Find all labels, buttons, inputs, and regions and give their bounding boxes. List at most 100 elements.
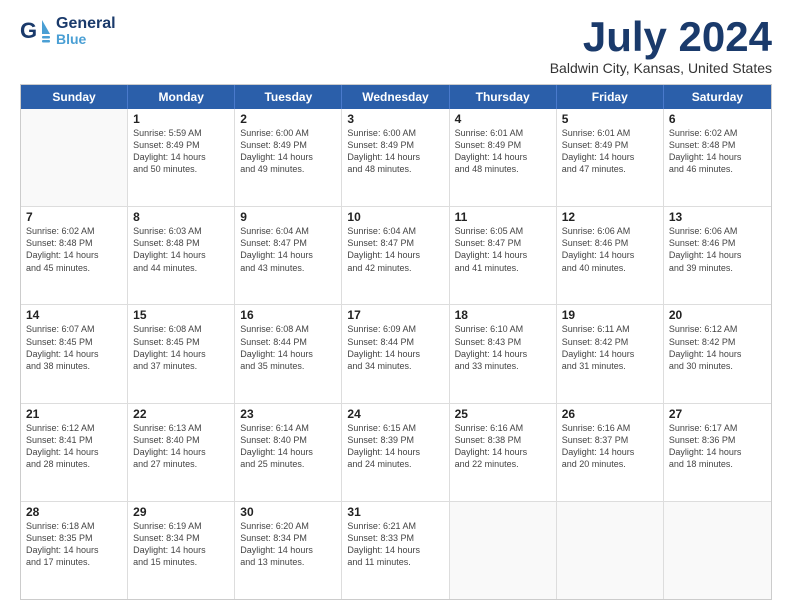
logo-blue-text: Blue <box>56 32 116 46</box>
minutes-line: and 50 minutes. <box>133 163 229 175</box>
calendar-header: Sunday Monday Tuesday Wednesday Thursday… <box>21 85 771 109</box>
daylight-line: Daylight: 14 hours <box>240 544 336 556</box>
calendar-cell-4-3: 31Sunrise: 6:21 AMSunset: 8:33 PMDayligh… <box>342 502 449 599</box>
day-number: 9 <box>240 210 336 224</box>
sunrise-line: Sunrise: 6:15 AM <box>347 422 443 434</box>
calendar-cell-1-6: 13Sunrise: 6:06 AMSunset: 8:46 PMDayligh… <box>664 207 771 304</box>
day-number: 13 <box>669 210 766 224</box>
sunrise-line: Sunrise: 6:16 AM <box>455 422 551 434</box>
sunset-line: Sunset: 8:33 PM <box>347 532 443 544</box>
minutes-line: and 41 minutes. <box>455 262 551 274</box>
day-number: 18 <box>455 308 551 322</box>
sunrise-line: Sunrise: 6:11 AM <box>562 323 658 335</box>
sunset-line: Sunset: 8:39 PM <box>347 434 443 446</box>
minutes-line: and 27 minutes. <box>133 458 229 470</box>
daylight-line: Daylight: 14 hours <box>455 348 551 360</box>
header-sunday: Sunday <box>21 85 128 109</box>
sunset-line: Sunset: 8:49 PM <box>133 139 229 151</box>
location: Baldwin City, Kansas, United States <box>550 60 772 76</box>
calendar-cell-0-2: 2Sunrise: 6:00 AMSunset: 8:49 PMDaylight… <box>235 109 342 206</box>
calendar-cell-0-5: 5Sunrise: 6:01 AMSunset: 8:49 PMDaylight… <box>557 109 664 206</box>
minutes-line: and 15 minutes. <box>133 556 229 568</box>
calendar-row-3: 21Sunrise: 6:12 AMSunset: 8:41 PMDayligh… <box>21 404 771 502</box>
title-block: July 2024 Baldwin City, Kansas, United S… <box>550 16 772 76</box>
sunrise-line: Sunrise: 6:05 AM <box>455 225 551 237</box>
day-number: 6 <box>669 112 766 126</box>
sunset-line: Sunset: 8:41 PM <box>26 434 122 446</box>
calendar-cell-3-4: 25Sunrise: 6:16 AMSunset: 8:38 PMDayligh… <box>450 404 557 501</box>
calendar-cell-2-4: 18Sunrise: 6:10 AMSunset: 8:43 PMDayligh… <box>450 305 557 402</box>
sunrise-line: Sunrise: 6:08 AM <box>133 323 229 335</box>
minutes-line: and 30 minutes. <box>669 360 766 372</box>
daylight-line: Daylight: 14 hours <box>347 151 443 163</box>
daylight-line: Daylight: 14 hours <box>133 348 229 360</box>
calendar-cell-2-0: 14Sunrise: 6:07 AMSunset: 8:45 PMDayligh… <box>21 305 128 402</box>
day-number: 30 <box>240 505 336 519</box>
minutes-line: and 44 minutes. <box>133 262 229 274</box>
sunrise-line: Sunrise: 6:03 AM <box>133 225 229 237</box>
calendar-cell-3-0: 21Sunrise: 6:12 AMSunset: 8:41 PMDayligh… <box>21 404 128 501</box>
calendar-cell-0-3: 3Sunrise: 6:00 AMSunset: 8:49 PMDaylight… <box>342 109 449 206</box>
month-title: July 2024 <box>550 16 772 58</box>
sunset-line: Sunset: 8:38 PM <box>455 434 551 446</box>
sunset-line: Sunset: 8:45 PM <box>26 336 122 348</box>
minutes-line: and 31 minutes. <box>562 360 658 372</box>
sunrise-line: Sunrise: 6:12 AM <box>669 323 766 335</box>
daylight-line: Daylight: 14 hours <box>240 446 336 458</box>
sunset-line: Sunset: 8:46 PM <box>562 237 658 249</box>
day-number: 1 <box>133 112 229 126</box>
daylight-line: Daylight: 14 hours <box>669 446 766 458</box>
sunset-line: Sunset: 8:49 PM <box>562 139 658 151</box>
calendar-cell-3-2: 23Sunrise: 6:14 AMSunset: 8:40 PMDayligh… <box>235 404 342 501</box>
day-number: 8 <box>133 210 229 224</box>
logo-general-text: General <box>56 16 116 32</box>
minutes-line: and 48 minutes. <box>347 163 443 175</box>
sunrise-line: Sunrise: 6:21 AM <box>347 520 443 532</box>
day-number: 22 <box>133 407 229 421</box>
daylight-line: Daylight: 14 hours <box>562 446 658 458</box>
minutes-line: and 48 minutes. <box>455 163 551 175</box>
calendar-cell-4-1: 29Sunrise: 6:19 AMSunset: 8:34 PMDayligh… <box>128 502 235 599</box>
daylight-line: Daylight: 14 hours <box>669 151 766 163</box>
header: G General Blue July 2024 Baldwin City, K… <box>20 16 772 76</box>
day-number: 26 <box>562 407 658 421</box>
sunset-line: Sunset: 8:36 PM <box>669 434 766 446</box>
calendar: Sunday Monday Tuesday Wednesday Thursday… <box>20 84 772 600</box>
minutes-line: and 37 minutes. <box>133 360 229 372</box>
minutes-line: and 25 minutes. <box>240 458 336 470</box>
header-thursday: Thursday <box>450 85 557 109</box>
sunset-line: Sunset: 8:43 PM <box>455 336 551 348</box>
sunset-line: Sunset: 8:34 PM <box>240 532 336 544</box>
sunset-line: Sunset: 8:47 PM <box>240 237 336 249</box>
day-number: 11 <box>455 210 551 224</box>
sunset-line: Sunset: 8:40 PM <box>133 434 229 446</box>
minutes-line: and 34 minutes. <box>347 360 443 372</box>
calendar-cell-2-3: 17Sunrise: 6:09 AMSunset: 8:44 PMDayligh… <box>342 305 449 402</box>
day-number: 15 <box>133 308 229 322</box>
sunset-line: Sunset: 8:49 PM <box>240 139 336 151</box>
calendar-cell-1-5: 12Sunrise: 6:06 AMSunset: 8:46 PMDayligh… <box>557 207 664 304</box>
day-number: 27 <box>669 407 766 421</box>
day-number: 7 <box>26 210 122 224</box>
daylight-line: Daylight: 14 hours <box>133 446 229 458</box>
calendar-row-4: 28Sunrise: 6:18 AMSunset: 8:35 PMDayligh… <box>21 502 771 599</box>
page: G General Blue July 2024 Baldwin City, K… <box>0 0 792 612</box>
minutes-line: and 49 minutes. <box>240 163 336 175</box>
logo: G General Blue <box>20 16 116 46</box>
minutes-line: and 39 minutes. <box>669 262 766 274</box>
sunset-line: Sunset: 8:42 PM <box>562 336 658 348</box>
sunrise-line: Sunrise: 6:18 AM <box>26 520 122 532</box>
logo-icon: G <box>20 16 50 46</box>
minutes-line: and 11 minutes. <box>347 556 443 568</box>
day-number: 14 <box>26 308 122 322</box>
sunset-line: Sunset: 8:49 PM <box>347 139 443 151</box>
daylight-line: Daylight: 14 hours <box>347 348 443 360</box>
sunrise-line: Sunrise: 6:01 AM <box>562 127 658 139</box>
sunrise-line: Sunrise: 6:08 AM <box>240 323 336 335</box>
day-number: 5 <box>562 112 658 126</box>
minutes-line: and 43 minutes. <box>240 262 336 274</box>
day-number: 24 <box>347 407 443 421</box>
sunset-line: Sunset: 8:45 PM <box>133 336 229 348</box>
day-number: 2 <box>240 112 336 126</box>
sunrise-line: Sunrise: 6:17 AM <box>669 422 766 434</box>
